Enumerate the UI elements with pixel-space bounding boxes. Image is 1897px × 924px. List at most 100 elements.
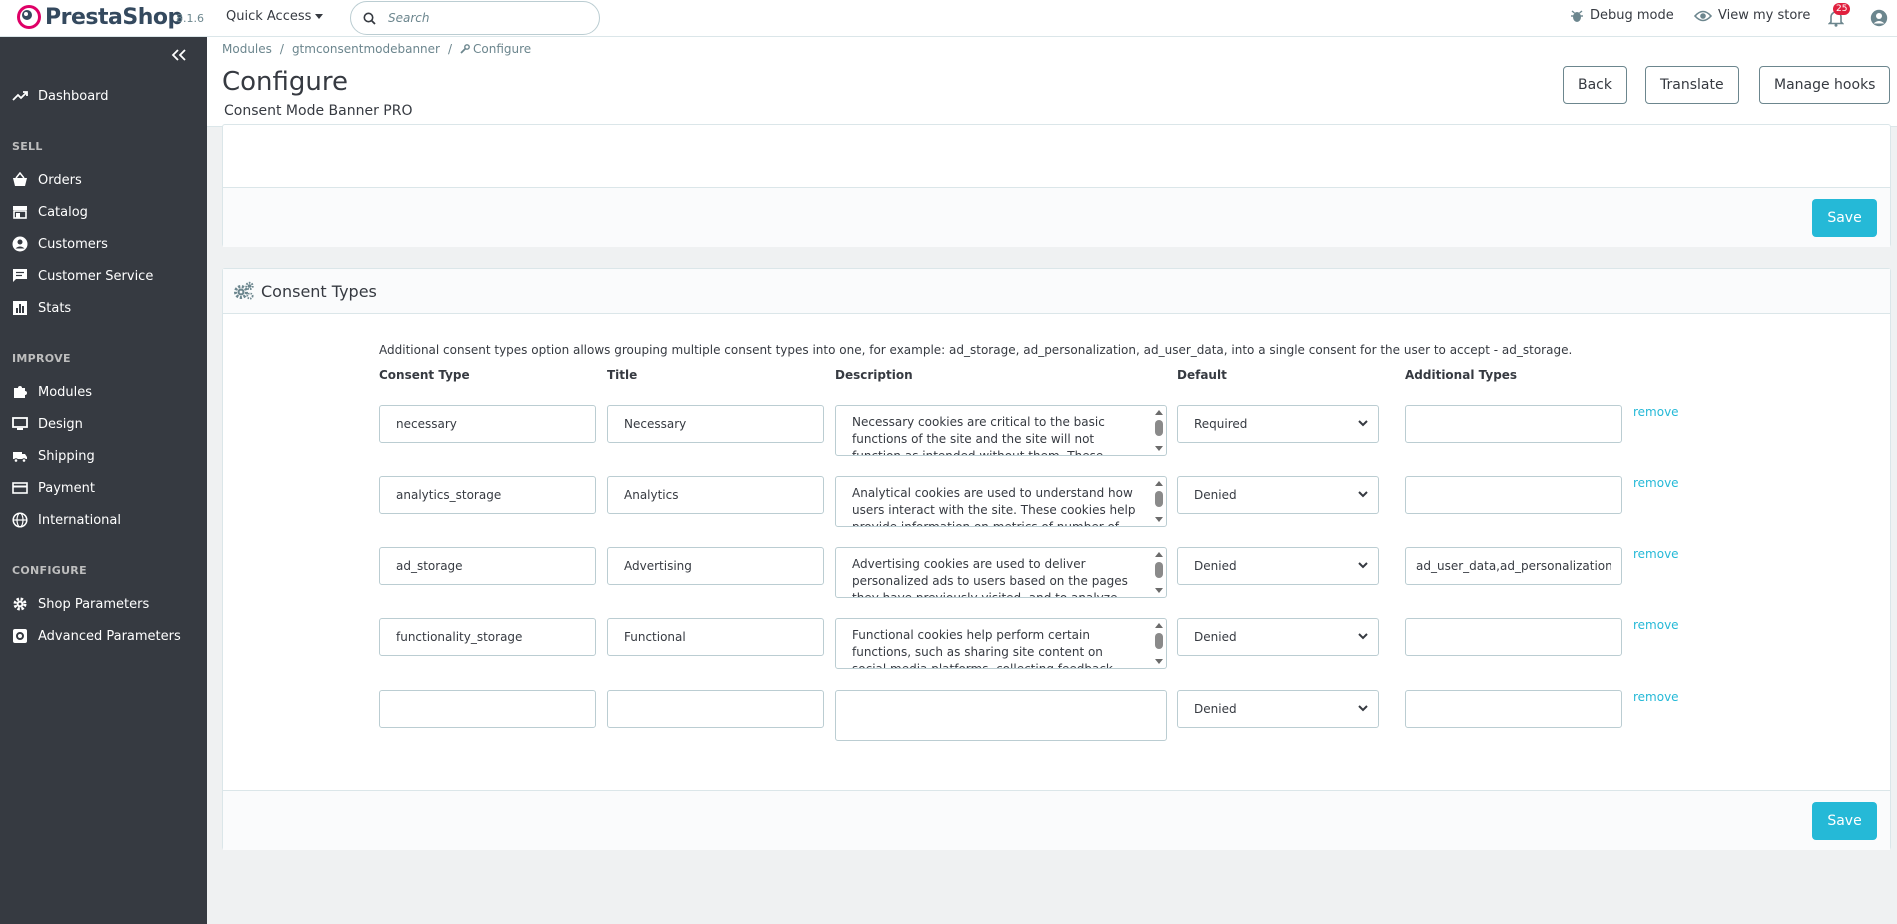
settings-panel: Save [222, 124, 1891, 247]
top-header: PrestaShop 8.1.6 Quick Access Debug mode… [0, 0, 1897, 37]
default-select[interactable]: Denied [1177, 690, 1379, 728]
additional-types-input[interactable] [1405, 405, 1622, 443]
column-header-additional-types: Additional Types [1405, 368, 1518, 382]
sidebar-item-label: Customer Service [38, 268, 154, 284]
description-textarea[interactable]: Advertising cookies are used to deliver … [835, 547, 1167, 598]
additional-types-input[interactable] [1405, 618, 1622, 656]
panel-title: Consent Types [261, 281, 377, 301]
description-textarea[interactable]: Necessary cookies are critical to the ba… [835, 405, 1167, 456]
sidebar-item-shipping[interactable]: Shipping [12, 448, 95, 464]
manage-hooks-button[interactable]: Manage hooks [1759, 66, 1891, 104]
panel-footer: Save [223, 187, 1890, 247]
column-header-default: Default [1177, 368, 1227, 382]
view-store-link[interactable]: View my store [1694, 8, 1810, 23]
back-button[interactable]: Back [1563, 66, 1627, 104]
sidebar-item-design[interactable]: Design [12, 416, 83, 432]
scrollbar[interactable] [1154, 621, 1164, 666]
sidebar-item-label: Payment [38, 480, 95, 496]
sidebar-item-international[interactable]: International [12, 512, 121, 528]
scrollbar[interactable] [1154, 408, 1164, 453]
remove-link[interactable]: remove [1633, 476, 1679, 490]
sidebar-item-customer-service[interactable]: Customer Service [12, 268, 153, 284]
sidebar-item-catalog[interactable]: Catalog [12, 204, 88, 220]
scrollbar[interactable] [1154, 479, 1164, 524]
remove-link[interactable]: remove [1633, 547, 1679, 561]
sidebar-section-configure: CONFIGURE [12, 564, 87, 577]
description-textarea[interactable]: Analytical cookies are used to understan… [835, 476, 1167, 527]
consent-type-input[interactable] [379, 547, 596, 585]
consent-type-input[interactable] [379, 405, 596, 443]
sidebar-item-label: Design [38, 416, 83, 432]
description-textarea[interactable] [835, 690, 1167, 741]
default-select[interactable]: Denied [1177, 618, 1379, 656]
account-circle-icon [12, 236, 28, 252]
search-input[interactable] [386, 10, 566, 26]
search-box[interactable] [350, 1, 600, 35]
panel-heading: Consent Types [223, 269, 1890, 314]
help-text: Additional consent types option allows g… [379, 343, 1573, 357]
chevron-down-icon [1358, 562, 1368, 569]
sidebar-item-advanced-parameters[interactable]: Advanced Parameters [12, 628, 181, 644]
title-input[interactable] [607, 476, 824, 514]
additional-types-input[interactable] [1405, 690, 1622, 728]
panel-footer: Save [223, 790, 1890, 850]
sidebar-item-customers[interactable]: Customers [12, 236, 108, 252]
title-input[interactable] [607, 690, 824, 728]
chevron-down-icon [1358, 420, 1368, 427]
consent-type-input[interactable] [379, 476, 596, 514]
description-textarea[interactable]: Functional cookies help perform certain … [835, 618, 1167, 669]
settings-applications-icon [13, 629, 27, 643]
save-button[interactable]: Save [1812, 199, 1877, 237]
title-input[interactable] [607, 547, 824, 585]
prestashop-logo-icon [17, 5, 41, 29]
consent-types-panel: Consent Types Additional consent types o… [222, 268, 1891, 850]
credit-card-icon [12, 482, 28, 494]
bug-icon [1571, 9, 1583, 22]
brand-logo[interactable]: PrestaShop [16, 4, 183, 30]
breadcrumb-module[interactable]: gtmconsentmodebanner [292, 42, 440, 56]
sidebar-item-modules[interactable]: Modules [12, 384, 92, 400]
save-button[interactable]: Save [1812, 802, 1877, 840]
debug-mode-link[interactable]: Debug mode [1570, 8, 1674, 23]
breadcrumb-configure: Configure [460, 42, 531, 56]
sidebar-item-dashboard[interactable]: Dashboard [12, 88, 109, 104]
consent-type-input[interactable] [379, 690, 596, 728]
breadcrumb-modules[interactable]: Modules [222, 42, 272, 56]
sidebar-item-label: Orders [38, 172, 82, 188]
sidebar-item-label: Dashboard [38, 88, 109, 104]
default-select[interactable]: Required [1177, 405, 1379, 443]
remove-link[interactable]: remove [1633, 690, 1679, 704]
sidebar-section-sell: SELL [12, 140, 43, 153]
bar-chart-icon [13, 301, 27, 315]
column-header-title: Title [607, 368, 638, 382]
cogs-icon [234, 281, 254, 300]
additional-types-input[interactable] [1405, 476, 1622, 514]
page-subtitle: Consent Mode Banner PRO [224, 103, 413, 119]
store-icon [13, 206, 27, 219]
chevron-down-icon [1358, 633, 1368, 640]
title-input[interactable] [607, 618, 824, 656]
remove-link[interactable]: remove [1633, 405, 1679, 419]
column-header-consent-type: Consent Type [379, 368, 470, 382]
scrollbar[interactable] [1154, 550, 1164, 595]
puzzle-icon [14, 386, 27, 398]
remove-link[interactable]: remove [1633, 618, 1679, 632]
default-select[interactable]: Denied [1177, 476, 1379, 514]
sidebar-item-payment[interactable]: Payment [12, 480, 95, 496]
additional-types-input[interactable] [1405, 547, 1622, 585]
chevron-down-icon [1358, 705, 1368, 712]
default-select[interactable]: Denied [1177, 547, 1379, 585]
trending-up-icon [12, 91, 28, 101]
version-label: 8.1.6 [176, 12, 204, 25]
sidebar-item-shop-parameters[interactable]: Shop Parameters [12, 596, 149, 612]
breadcrumb-current: Configure [473, 42, 532, 56]
translate-button[interactable]: Translate [1645, 66, 1739, 104]
title-input[interactable] [607, 405, 824, 443]
sidebar-item-stats[interactable]: Stats [12, 300, 71, 316]
quick-access-menu[interactable]: Quick Access [226, 9, 324, 24]
sidebar-item-orders[interactable]: Orders [12, 172, 82, 188]
consent-type-input[interactable] [379, 618, 596, 656]
collapse-sidebar-icon[interactable] [171, 48, 187, 62]
user-avatar-icon[interactable] [1870, 9, 1888, 27]
sidebar-section-improve: IMPROVE [12, 352, 71, 365]
